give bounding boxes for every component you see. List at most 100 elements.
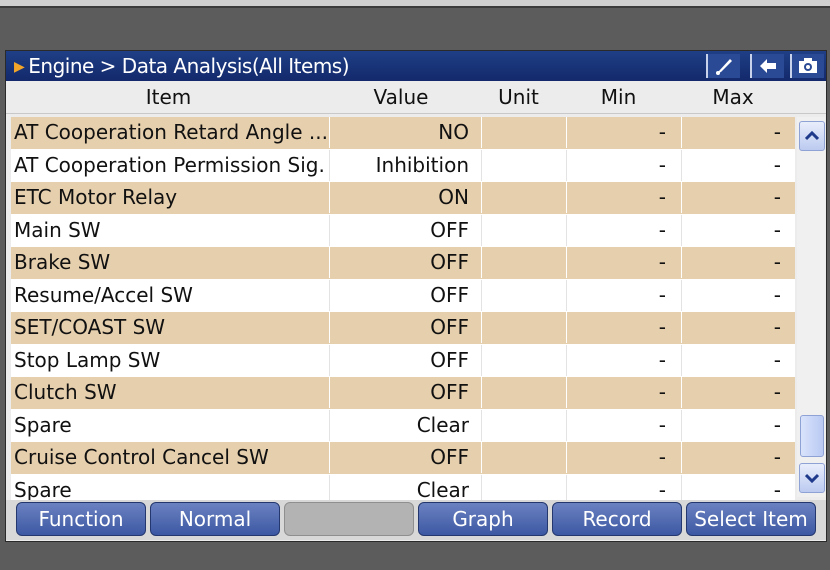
table-row[interactable]: AT Cooperation Permission Sig... Inhibiti… (11, 149, 795, 182)
breadcrumb-arrow-icon: ▶ (14, 59, 25, 75)
cell-item: Clutch SW (14, 380, 117, 404)
cell-min: - (658, 250, 666, 274)
column-separator (481, 117, 482, 148)
data-analysis-panel: ▶ Engine > Data Analysis(All Items) Item … (5, 50, 827, 542)
cell-unit (481, 312, 561, 343)
cell-min: - (658, 282, 666, 307)
column-separator (481, 214, 482, 246)
vertical-scrollbar[interactable] (797, 117, 825, 497)
cell-value: ON (438, 185, 469, 209)
column-headers: Item Value Unit Min Max (6, 81, 826, 114)
cell-min: - (658, 380, 666, 404)
cell-min: - (658, 120, 666, 144)
table-row[interactable]: Spare Clear - - (11, 409, 795, 442)
cell-value: OFF (430, 380, 469, 404)
cell-unit (481, 377, 561, 408)
column-separator (681, 117, 682, 148)
column-separator (329, 377, 330, 408)
table-row[interactable]: Main SW OFF - - (11, 214, 795, 247)
cell-item: Spare (14, 412, 72, 437)
column-separator (329, 442, 330, 473)
cell-unit (481, 345, 561, 376)
column-separator (481, 279, 482, 311)
cell-item: ETC Motor Relay (14, 185, 178, 209)
column-separator (329, 149, 330, 181)
column-separator (481, 149, 482, 181)
cell-item: Brake SW (14, 250, 111, 274)
cell-min: - (658, 152, 666, 177)
camera-icon[interactable] (790, 54, 824, 78)
cell-min: - (658, 217, 666, 242)
column-separator (329, 344, 330, 376)
select-item-button[interactable]: Select Item (686, 502, 816, 536)
scroll-thumb[interactable] (800, 415, 824, 457)
column-separator (481, 182, 482, 213)
col-min: Min (600, 85, 637, 109)
brush-icon[interactable] (706, 54, 740, 78)
cell-max: - (773, 282, 781, 307)
table-row[interactable]: AT Cooperation Retard Angle ... NO - - (11, 117, 795, 150)
scroll-down-icon[interactable] (799, 463, 825, 493)
cell-max: - (773, 185, 781, 209)
table-row[interactable]: Stop Lamp SW OFF - - (11, 344, 795, 377)
column-separator (681, 279, 682, 311)
scroll-up-icon[interactable] (799, 121, 825, 151)
table-row[interactable]: Cruise Control Cancel SW OFF - - (11, 442, 795, 475)
cell-max: - (773, 412, 781, 437)
table-row[interactable]: ETC Motor Relay ON - - (11, 182, 795, 215)
col-value: Value (373, 85, 429, 109)
cell-max: - (773, 380, 781, 404)
cell-value: OFF (430, 282, 469, 307)
column-separator (566, 409, 567, 441)
breadcrumb: ▶ Engine > Data Analysis(All Items) (14, 54, 350, 78)
cell-value: Clear (416, 412, 469, 437)
col-unit: Unit (498, 85, 539, 109)
cell-unit (481, 247, 561, 278)
breadcrumb-text: Engine > Data Analysis(All Items) (28, 54, 350, 78)
column-separator (681, 247, 682, 278)
table-row[interactable]: Clutch SW OFF - - (11, 377, 795, 410)
column-separator (566, 117, 567, 148)
column-separator (566, 377, 567, 408)
column-separator (329, 409, 330, 441)
cell-value: OFF (430, 347, 469, 372)
column-separator (481, 247, 482, 278)
column-separator (566, 149, 567, 181)
table-row[interactable]: Resume/Accel SW OFF - - (11, 279, 795, 312)
cell-min: - (658, 347, 666, 372)
cell-min: - (658, 445, 666, 469)
column-separator (681, 377, 682, 408)
record-button[interactable]: Record (552, 502, 682, 536)
function-button[interactable]: Function (16, 502, 146, 536)
cell-item: Main SW (14, 217, 101, 242)
data-table: AT Cooperation Retard Angle ... NO - - AT Co… (11, 117, 795, 507)
column-separator (566, 182, 567, 213)
column-separator (566, 247, 567, 278)
cell-unit (481, 280, 561, 311)
column-separator (329, 247, 330, 278)
cell-min: - (658, 315, 666, 339)
normal-button[interactable]: Normal (150, 502, 280, 536)
column-separator (566, 214, 567, 246)
table-row[interactable]: SET/COAST SW OFF - - (11, 312, 795, 345)
footer-toolbar: Function Normal Graph Record Select Item (6, 500, 826, 540)
blank-button (284, 502, 414, 536)
cell-max: - (773, 250, 781, 274)
column-separator (566, 442, 567, 473)
cell-value: NO (438, 120, 469, 144)
cell-value: OFF (430, 250, 469, 274)
col-item: Item (145, 85, 192, 109)
graph-button[interactable]: Graph (418, 502, 548, 536)
cell-item: SET/COAST SW (14, 315, 166, 339)
top-strip-shadow (0, 6, 830, 8)
cell-unit (481, 410, 561, 441)
column-separator (481, 409, 482, 441)
table-row[interactable]: Brake SW OFF - - (11, 247, 795, 280)
cell-max: - (773, 217, 781, 242)
back-arrow-icon[interactable] (750, 54, 784, 78)
column-separator (329, 117, 330, 148)
column-separator (329, 312, 330, 343)
column-separator (681, 409, 682, 441)
title-bar: ▶ Engine > Data Analysis(All Items) (6, 51, 826, 81)
cell-item: Resume/Accel SW (14, 282, 193, 307)
